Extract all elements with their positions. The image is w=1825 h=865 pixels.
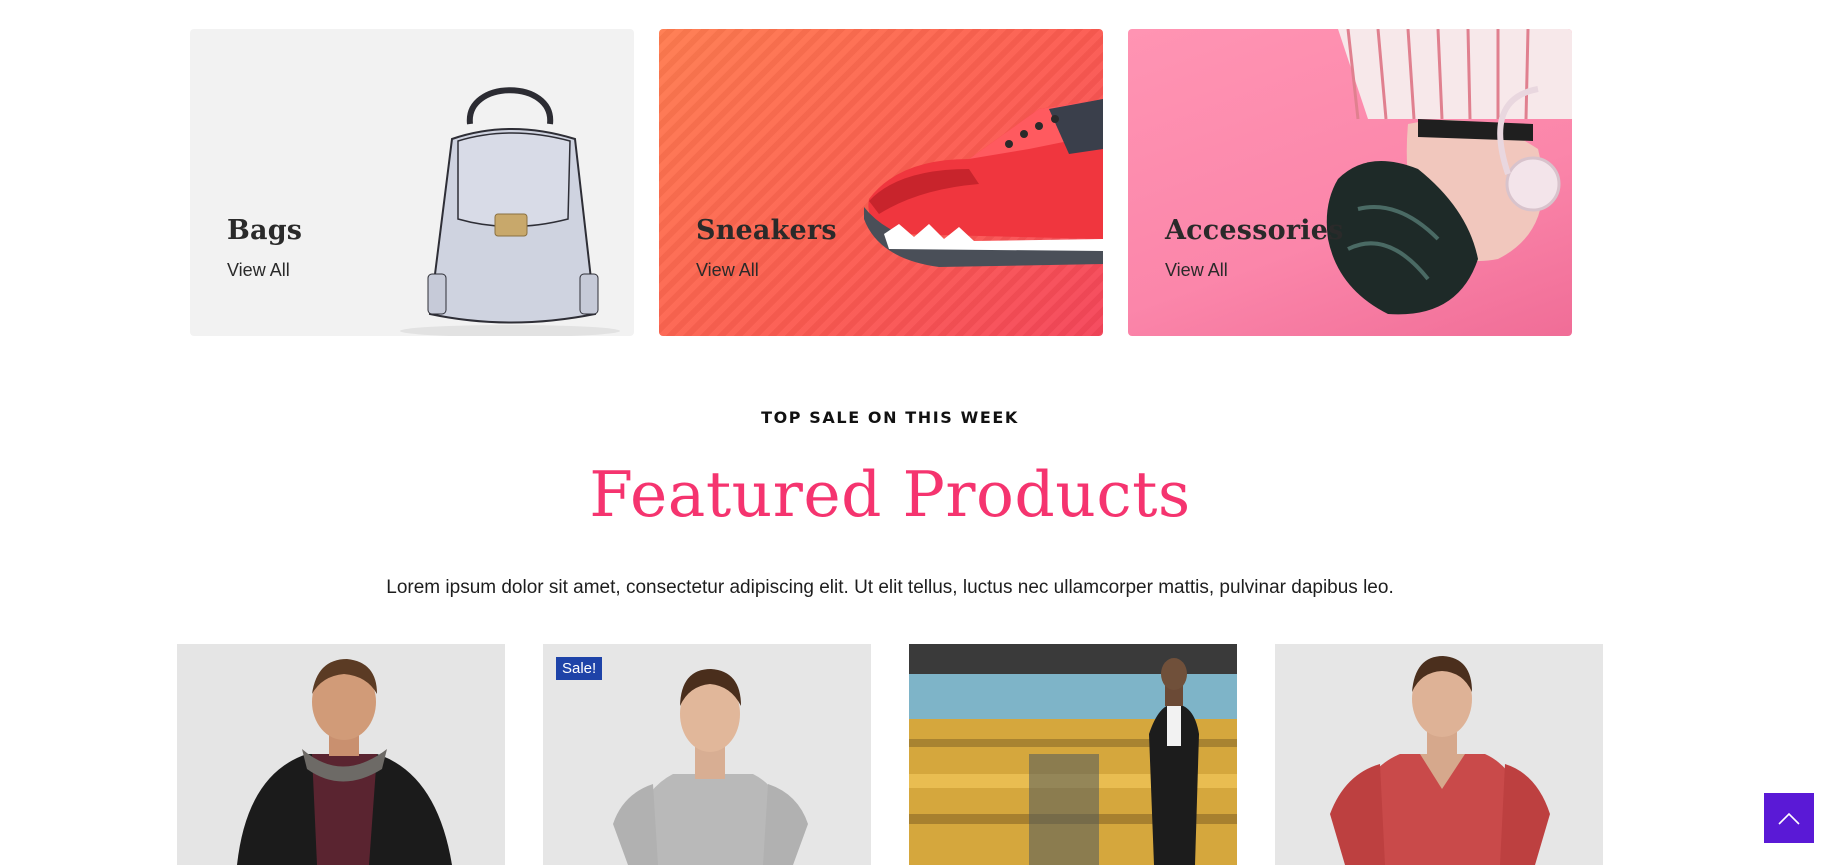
section-description: Lorem ipsum dolor sit amet, consectetur … xyxy=(386,577,1394,598)
sale-badge: Sale! xyxy=(556,657,603,680)
category-title: Bags xyxy=(227,215,303,246)
category-title: Accessories xyxy=(1165,215,1344,246)
chevron-up-icon xyxy=(1778,812,1800,825)
category-card-text: Sneakers View All xyxy=(696,215,837,281)
product-grid: Sale! xyxy=(177,644,1603,865)
category-card-text: Bags View All xyxy=(227,215,302,281)
product-card[interactable] xyxy=(1275,644,1603,865)
section-eyebrow: TOP SALE ON THIS WEEK xyxy=(761,408,1019,427)
category-card-sneakers[interactable]: Sneakers View All xyxy=(659,29,1103,336)
backpack-image xyxy=(400,87,620,336)
category-cards: Bags View All Sneakers View All Accessor… xyxy=(190,29,1572,336)
product-card[interactable] xyxy=(909,644,1237,865)
view-all-link[interactable]: View All xyxy=(1165,260,1343,281)
product-card[interactable] xyxy=(177,644,505,865)
product-card[interactable]: Sale! xyxy=(543,644,871,865)
view-all-link[interactable]: View All xyxy=(227,260,302,281)
man-suit-street-image xyxy=(909,644,1237,865)
headphones-model-image xyxy=(1326,29,1572,315)
section-title: Featured Products xyxy=(589,458,1191,531)
category-title: Sneakers xyxy=(696,215,837,246)
view-all-link[interactable]: View All xyxy=(696,260,837,281)
category-card-bags[interactable]: Bags View All xyxy=(190,29,634,336)
category-card-accessories[interactable]: Accessories View All xyxy=(1128,29,1572,336)
sneaker-image xyxy=(864,99,1103,267)
man-red-tshirt-image xyxy=(1275,644,1603,865)
man-black-hoodie-image xyxy=(177,644,505,865)
category-card-text: Accessories View All xyxy=(1165,215,1343,281)
scroll-to-top-button[interactable] xyxy=(1764,793,1814,843)
